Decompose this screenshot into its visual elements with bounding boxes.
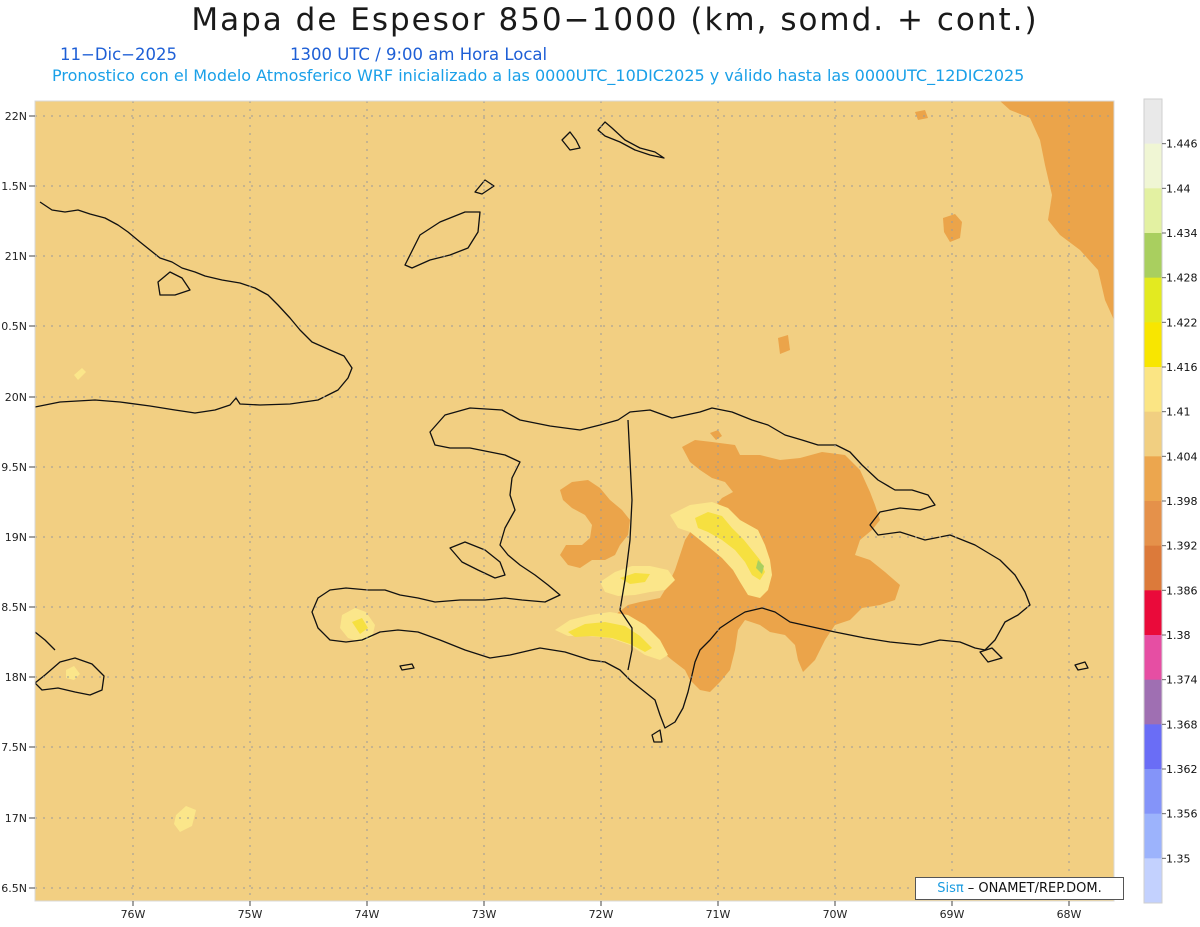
model-description: Pronostico con el Modelo Atmosferico WRF…: [52, 66, 1025, 85]
legend-label: 1.374: [1166, 674, 1198, 687]
lat-label: 6.5N: [1, 882, 27, 895]
legend-labels: 1.446 1.44 1.434 1.428 1.422 1.416 1.41 1.404 1.…: [1162, 138, 1198, 865]
legend-label: 1.368: [1166, 718, 1198, 731]
lat-label: 19N: [5, 531, 27, 544]
legend-swatch: [1144, 769, 1162, 815]
lon-label: 73W: [472, 908, 497, 921]
legend-swatch: [1144, 635, 1162, 681]
legend-swatch: [1144, 99, 1162, 145]
legend-label: 1.428: [1166, 272, 1198, 285]
legend-label: 1.41: [1166, 406, 1191, 419]
legend-swatch: [1144, 322, 1162, 368]
lat-label: 18N: [5, 671, 27, 684]
legend-label: 1.446: [1166, 138, 1198, 151]
lon-label: 69W: [940, 908, 965, 921]
legend-swatch: [1144, 188, 1162, 234]
lon-label: 71W: [706, 908, 731, 921]
lon-label: 76W: [121, 908, 146, 921]
lon-label: 74W: [355, 908, 380, 921]
legend-label: 1.38: [1166, 629, 1191, 642]
brand-logo: Sisπ: [937, 881, 964, 896]
legend-swatch: [1144, 724, 1162, 770]
lon-label: 70W: [823, 908, 848, 921]
forecast-map: 22N 1.5N 21N 0.5N 20N 9.5N 19N 8.5N 18N …: [1, 98, 1198, 921]
lat-label: 17N: [5, 812, 27, 825]
lat-label: 8.5N: [1, 601, 27, 614]
legend-label: 1.386: [1166, 584, 1198, 597]
legend-label: 1.356: [1166, 808, 1198, 821]
lat-label: 9.5N: [1, 461, 27, 474]
credit-box: Sisπ – ONAMET/REP.DOM.: [915, 877, 1124, 900]
lat-label: 20N: [5, 391, 27, 404]
page-title: Mapa de Espesor 850−1000 (km, somd. + co…: [191, 2, 1039, 38]
legend-label: 1.416: [1166, 361, 1198, 374]
lat-label: 22N: [5, 110, 27, 123]
lat-label: 7.5N: [1, 741, 27, 754]
forecast-date: 11−Dic−2025: [60, 45, 177, 64]
legend-swatch: [1144, 277, 1162, 323]
credit-text: – ONAMET/REP.DOM.: [967, 881, 1102, 896]
legend-label: 1.398: [1166, 495, 1198, 508]
legend-swatch: [1144, 411, 1162, 457]
legend-swatch: [1144, 813, 1162, 859]
lat-label: 21N: [5, 250, 27, 263]
legend-label: 1.434: [1166, 227, 1198, 240]
lon-label: 72W: [589, 908, 614, 921]
legend-swatch: [1144, 143, 1162, 189]
legend-swatch: [1144, 679, 1162, 725]
legend-label: 1.35: [1166, 852, 1191, 865]
legend-label: 1.422: [1166, 316, 1198, 329]
lon-label: 75W: [238, 908, 263, 921]
legend-label: 1.44: [1166, 182, 1191, 195]
legend-swatch: [1144, 590, 1162, 636]
legend-swatch: [1144, 456, 1162, 502]
lon-label: 68W: [1057, 908, 1082, 921]
legend-swatch: [1144, 858, 1162, 904]
legend-label: 1.362: [1166, 763, 1198, 776]
legend-swatch: [1144, 233, 1162, 279]
legend-label: 1.392: [1166, 540, 1198, 553]
legend-swatch: [1144, 501, 1162, 547]
forecast-time: 1300 UTC / 9:00 am Hora Local: [290, 45, 548, 64]
legend-label: 1.404: [1166, 450, 1198, 463]
legend-colorbar: [1143, 98, 1163, 904]
legend-swatch: [1144, 367, 1162, 413]
lat-label: 0.5N: [1, 320, 27, 333]
lat-label: 1.5N: [1, 180, 27, 193]
legend-swatch: [1144, 545, 1162, 591]
